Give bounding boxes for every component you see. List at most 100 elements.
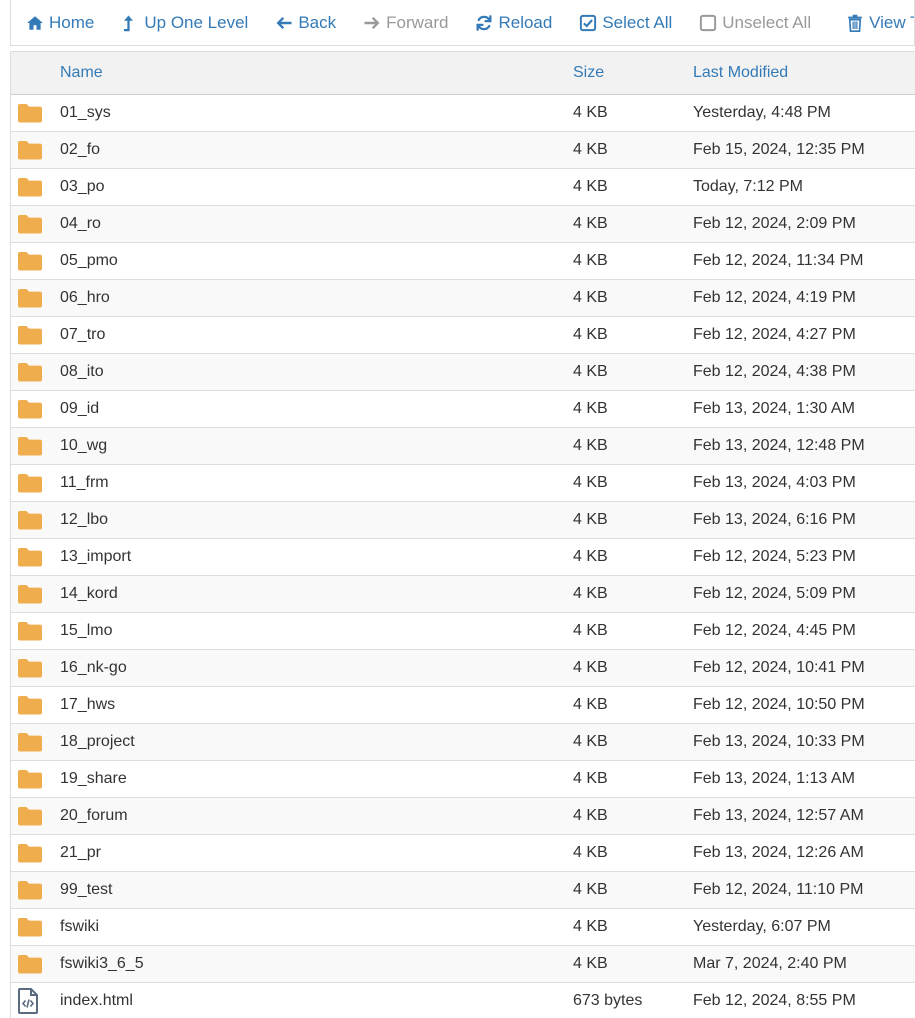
row-icon-cell <box>11 280 60 317</box>
file-last-modified: Feb 12, 2024, 4:27 PM <box>693 326 856 343</box>
file-name[interactable]: 01_sys <box>60 95 572 132</box>
file-size: 4 KB <box>573 437 608 454</box>
table-row[interactable]: 10_wg 4 KB Feb 13, 2024, 12:48 PM <box>11 427 915 465</box>
reload-button[interactable]: Reload <box>460 0 564 45</box>
table-row[interactable]: 06_hro 4 KB Feb 12, 2024, 4:19 PM <box>11 279 915 317</box>
folder-icon <box>17 621 60 641</box>
table-header-row: Name Size Last Modified <box>11 51 915 95</box>
file-name[interactable]: 11_frm <box>60 465 572 502</box>
row-icon-cell <box>11 946 60 983</box>
file-name[interactable]: 18_project <box>60 724 572 761</box>
file-name[interactable]: 16_nk-go <box>60 650 572 687</box>
last-modified-column-header[interactable]: Last Modified <box>693 51 915 95</box>
home-button[interactable]: Home <box>11 0 106 45</box>
view-trash-button[interactable]: View T <box>831 0 914 45</box>
file-last-modified: Feb 13, 2024, 6:16 PM <box>693 511 856 528</box>
file-last-modified: Today, 7:12 PM <box>693 178 803 195</box>
file-rows: 01_sys 4 KB Yesterday, 4:48 PM 02_fo 4 KB Feb… <box>11 95 915 1018</box>
file-last-modified: Feb 15, 2024, 12:35 PM <box>693 141 865 158</box>
name-column-header[interactable]: Name <box>60 51 572 95</box>
table-row[interactable]: 02_fo 4 KB Feb 15, 2024, 12:35 PM <box>11 131 915 169</box>
table-row[interactable]: 13_import 4 KB Feb 12, 2024, 5:23 PM <box>11 539 915 576</box>
file-name[interactable]: 21_pr <box>60 835 572 872</box>
file-name[interactable]: 15_lmo <box>60 613 572 650</box>
forward-button[interactable]: Forward <box>348 0 460 45</box>
file-size: 673 bytes <box>573 992 643 1009</box>
table-row[interactable]: 01_sys 4 KB Yesterday, 4:48 PM <box>11 95 915 132</box>
file-name[interactable]: index.html <box>60 983 572 1018</box>
file-size: 4 KB <box>573 622 608 639</box>
table-row[interactable]: 18_project 4 KB Feb 13, 2024, 10:33 PM <box>11 723 915 761</box>
table-row[interactable]: fswiki3_6_5 4 KB Mar 7, 2024, 2:40 PM <box>11 945 915 983</box>
table-row[interactable]: fswiki 4 KB Yesterday, 6:07 PM <box>11 909 915 946</box>
folder-icon <box>17 584 60 604</box>
file-last-modified: Feb 13, 2024, 1:13 AM <box>693 770 855 787</box>
file-last-modified: Feb 13, 2024, 4:03 PM <box>693 474 856 491</box>
folder-icon <box>17 399 60 419</box>
row-icon-cell <box>11 428 60 465</box>
table-row[interactable]: 99_test 4 KB Feb 12, 2024, 11:10 PM <box>11 871 915 909</box>
row-icon-cell <box>11 243 60 280</box>
table-row[interactable]: 17_hws 4 KB Feb 12, 2024, 10:50 PM <box>11 687 915 724</box>
folder-icon <box>17 658 60 678</box>
file-name[interactable]: 09_id <box>60 391 572 428</box>
select-all-button[interactable]: Select All <box>564 0 684 45</box>
folder-icon <box>17 214 60 234</box>
table-row[interactable]: 07_tro 4 KB Feb 12, 2024, 4:27 PM <box>11 317 915 354</box>
table-row[interactable]: 16_nk-go 4 KB Feb 12, 2024, 10:41 PM <box>11 649 915 687</box>
arrow-right-icon <box>363 14 381 32</box>
table-row[interactable]: 09_id 4 KB Feb 13, 2024, 1:30 AM <box>11 391 915 428</box>
unselect-all-button[interactable]: Unselect All <box>684 0 823 45</box>
folder-icon <box>17 325 60 345</box>
table-row[interactable]: 20_forum 4 KB Feb 13, 2024, 12:57 AM <box>11 797 915 835</box>
file-last-modified: Feb 13, 2024, 10:33 PM <box>693 733 865 750</box>
file-name[interactable]: fswiki <box>60 909 572 946</box>
file-name[interactable]: 19_share <box>60 761 572 798</box>
back-button[interactable]: Back <box>260 0 348 45</box>
table-row[interactable]: 12_lbo 4 KB Feb 13, 2024, 6:16 PM <box>11 501 915 539</box>
arrow-left-icon <box>275 14 293 32</box>
table-row[interactable]: 08_ito 4 KB Feb 12, 2024, 4:38 PM <box>11 353 915 391</box>
folder-icon <box>17 362 60 382</box>
file-name[interactable]: 20_forum <box>60 798 572 835</box>
refresh-icon <box>475 14 493 32</box>
file-name[interactable]: 99_test <box>60 872 572 909</box>
checkbox-checked-icon <box>579 14 597 32</box>
table-row[interactable]: 04_ro 4 KB Feb 12, 2024, 2:09 PM <box>11 205 915 243</box>
file-name[interactable]: 06_hro <box>60 280 572 317</box>
file-size: 4 KB <box>573 955 608 972</box>
file-size: 4 KB <box>573 289 608 306</box>
file-name[interactable]: 04_ro <box>60 206 572 243</box>
table-row[interactable]: 03_po 4 KB Today, 7:12 PM <box>11 169 915 206</box>
file-name[interactable]: 12_lbo <box>60 502 572 539</box>
file-name[interactable]: 17_hws <box>60 687 572 724</box>
file-name[interactable]: 10_wg <box>60 428 572 465</box>
file-name[interactable]: 05_pmo <box>60 243 572 280</box>
table-row[interactable]: 21_pr 4 KB Feb 13, 2024, 12:26 AM <box>11 835 915 872</box>
table-row[interactable]: 11_frm 4 KB Feb 13, 2024, 4:03 PM <box>11 465 915 502</box>
table-row[interactable]: 19_share 4 KB Feb 13, 2024, 1:13 AM <box>11 761 915 798</box>
table-row[interactable]: 14_kord 4 KB Feb 12, 2024, 5:09 PM <box>11 575 915 613</box>
folder-icon <box>17 695 60 715</box>
table-row[interactable]: 15_lmo 4 KB Feb 12, 2024, 4:45 PM <box>11 613 915 650</box>
file-name[interactable]: fswiki3_6_5 <box>60 946 572 983</box>
size-column-header[interactable]: Size <box>572 51 693 95</box>
file-size: 4 KB <box>573 178 608 195</box>
file-name[interactable]: 14_kord <box>60 576 572 613</box>
table-row[interactable]: 05_pmo 4 KB Feb 12, 2024, 11:34 PM <box>11 243 915 280</box>
row-icon-cell <box>11 132 60 169</box>
table-row[interactable]: index.html 673 bytes Feb 12, 2024, 8:55 PM <box>11 983 915 1018</box>
up-button[interactable]: Up One Level <box>106 0 260 45</box>
file-size: 4 KB <box>573 770 608 787</box>
file-last-modified: Feb 12, 2024, 11:34 PM <box>693 252 864 269</box>
file-name[interactable]: 07_tro <box>60 317 572 354</box>
row-icon-cell <box>11 613 60 650</box>
file-name[interactable]: 08_ito <box>60 354 572 391</box>
file-size: 4 KB <box>573 215 608 232</box>
file-name[interactable]: 03_po <box>60 169 572 206</box>
file-size: 4 KB <box>573 696 608 713</box>
toolbar-button-label: Back <box>298 12 337 32</box>
file-name[interactable]: 13_import <box>60 539 572 576</box>
file-last-modified: Feb 12, 2024, 10:41 PM <box>693 659 865 676</box>
file-name[interactable]: 02_fo <box>60 132 572 169</box>
